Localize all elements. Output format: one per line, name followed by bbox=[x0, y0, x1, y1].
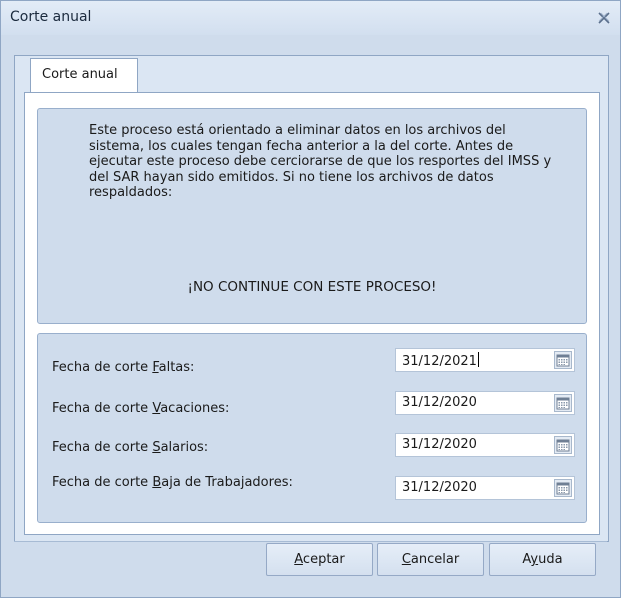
tab-label: Corte anual bbox=[42, 67, 118, 82]
dates-panel: Fecha de corte Faltas: 31/12/2021 Fecha … bbox=[37, 333, 587, 523]
date-value-faltas: 31/12/2021 bbox=[402, 352, 479, 369]
date-value-salarios: 31/12/2020 bbox=[402, 437, 477, 452]
calendar-button-vacaciones[interactable] bbox=[554, 394, 572, 412]
calendar-icon bbox=[554, 351, 572, 369]
label-fecha-baja-trabajadores: Fecha de corte Baja de Trabajadores: bbox=[52, 475, 293, 490]
calendar-button-baja-trabajadores[interactable] bbox=[554, 479, 572, 497]
close-icon bbox=[598, 12, 610, 24]
calendar-icon bbox=[554, 436, 572, 454]
info-message: Este proceso está orientado a eliminar d… bbox=[89, 123, 552, 200]
tab-corte-anual[interactable]: Corte anual bbox=[30, 58, 138, 92]
close-button[interactable] bbox=[594, 8, 614, 28]
accept-button[interactable]: Aceptar bbox=[266, 543, 373, 576]
date-field-vacaciones[interactable]: 31/12/2020 bbox=[395, 391, 575, 415]
date-value-baja-trabajadores: 31/12/2020 bbox=[402, 480, 477, 495]
info-panel: Este proceso está orientado a eliminar d… bbox=[37, 108, 587, 324]
help-button[interactable]: Ayuda bbox=[489, 543, 596, 576]
label-fecha-faltas: Fecha de corte Faltas: bbox=[52, 360, 195, 375]
calendar-button-faltas[interactable] bbox=[554, 351, 572, 369]
warning-message: ¡NO CONTINUE CON ESTE PROCESO! bbox=[187, 279, 437, 295]
window-title: Corte anual bbox=[10, 9, 92, 25]
cancel-button[interactable]: Cancelar bbox=[377, 543, 484, 576]
calendar-button-salarios[interactable] bbox=[554, 436, 572, 454]
calendar-icon bbox=[554, 479, 572, 497]
date-field-salarios[interactable]: 31/12/2020 bbox=[395, 433, 575, 457]
date-field-baja-trabajadores[interactable]: 31/12/2020 bbox=[395, 476, 575, 500]
date-value-vacaciones: 31/12/2020 bbox=[402, 395, 477, 410]
date-field-faltas[interactable]: 31/12/2021 bbox=[395, 348, 575, 372]
label-fecha-salarios: Fecha de corte Salarios: bbox=[52, 440, 209, 455]
footer-divider bbox=[14, 541, 607, 542]
label-fecha-vacaciones: Fecha de corte Vacaciones: bbox=[52, 401, 230, 416]
calendar-icon bbox=[554, 394, 572, 412]
title-bar[interactable]: Corte anual bbox=[1, 1, 620, 35]
